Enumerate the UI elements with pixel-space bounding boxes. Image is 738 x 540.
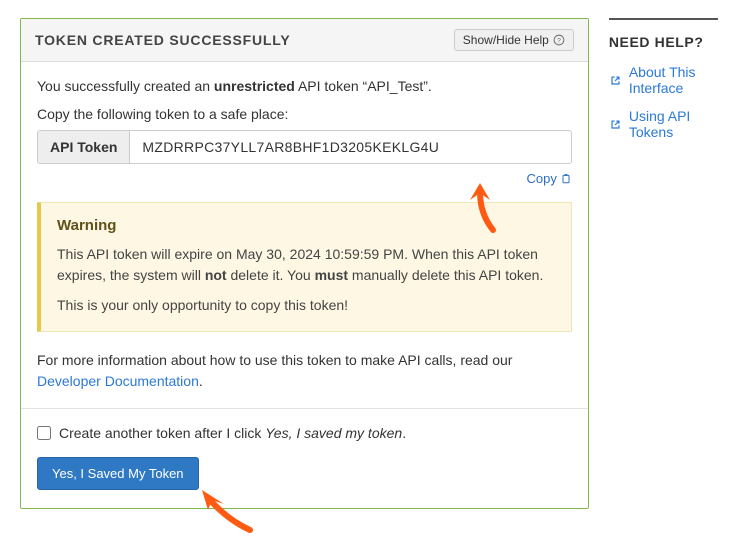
copy-instruction: Copy the following token to a safe place…	[37, 106, 572, 122]
token-label: API Token	[38, 131, 130, 163]
create-another-checkbox[interactable]	[37, 426, 51, 440]
token-created-panel: TOKEN CREATED SUCCESSFULLY Show/Hide Hel…	[20, 18, 589, 509]
success-message: You successfully created an unrestricted…	[37, 76, 572, 96]
sidebar: NEED HELP? About This Interface Using AP…	[609, 18, 718, 509]
sidebar-heading: NEED HELP?	[609, 18, 718, 50]
sidebar-link-using-api-tokens[interactable]: Using API Tokens	[609, 108, 718, 140]
show-hide-help-button[interactable]: Show/Hide Help ?	[454, 29, 574, 51]
token-value[interactable]: MZDRRPC37YLL7AR8BHF1D3205KEKLG4U	[130, 131, 570, 163]
warning-heading: Warning	[57, 217, 555, 234]
create-another-row: Create another token after I click Yes, …	[37, 425, 572, 441]
divider	[21, 408, 588, 409]
warning-text-1: This API token will expire on May 30, 20…	[57, 244, 555, 285]
external-link-icon	[609, 74, 622, 87]
sidebar-link-about-interface[interactable]: About This Interface	[609, 64, 718, 96]
create-another-label[interactable]: Create another token after I click Yes, …	[59, 425, 406, 441]
sidebar-link-label: Using API Tokens	[629, 108, 718, 140]
sidebar-link-label: About This Interface	[629, 64, 718, 96]
question-circle-icon: ?	[553, 34, 565, 46]
warning-text-2: This is your only opportunity to copy th…	[57, 295, 555, 315]
developer-documentation-link[interactable]: Developer Documentation	[37, 373, 199, 389]
copy-link-label: Copy	[526, 171, 556, 186]
external-link-icon	[609, 118, 622, 131]
svg-text:?: ?	[557, 38, 561, 45]
yes-saved-token-button[interactable]: Yes, I Saved My Token	[37, 457, 199, 490]
clipboard-icon	[560, 173, 572, 185]
token-display: API Token MZDRRPC37YLL7AR8BHF1D3205KEKLG…	[37, 130, 572, 164]
copy-token-link[interactable]: Copy	[526, 171, 571, 186]
help-button-label: Show/Hide Help	[463, 33, 549, 47]
panel-title: TOKEN CREATED SUCCESSFULLY	[35, 32, 290, 48]
warning-box: Warning This API token will expire on Ma…	[37, 202, 572, 332]
more-info-text: For more information about how to use th…	[37, 350, 572, 392]
panel-header: TOKEN CREATED SUCCESSFULLY Show/Hide Hel…	[21, 19, 588, 62]
panel-body: You successfully created an unrestricted…	[21, 62, 588, 508]
